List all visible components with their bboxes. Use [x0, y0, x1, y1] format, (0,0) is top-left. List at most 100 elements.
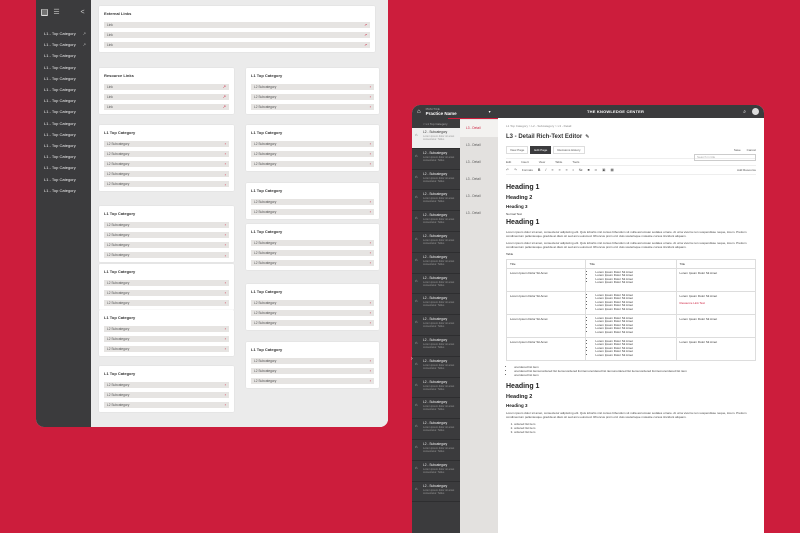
- share-icon[interactable]: <: [79, 9, 86, 16]
- sidebar-item[interactable]: L1 - Top Category: [36, 173, 91, 184]
- align-left-icon[interactable]: ≡: [551, 168, 553, 172]
- detail-nav-item[interactable]: L3 - Detail: [460, 171, 498, 188]
- bullet-list-icon[interactable]: •: [573, 168, 574, 172]
- breadcrumb[interactable]: L1 Top Category > L2 - Subcategory > L3 …: [506, 124, 756, 131]
- subcategory-row[interactable]: L2 Subcategory ›: [251, 93, 374, 101]
- cancel-button[interactable]: Cancel: [747, 148, 756, 152]
- resource-link-row[interactable]: Link ↗: [104, 83, 229, 91]
- practice-name[interactable]: Practice Name: [426, 111, 457, 116]
- back-breadcrumb[interactable]: < L1 Top Category: [412, 120, 460, 128]
- expand-handle-icon[interactable]: ›: [411, 356, 413, 362]
- sidebar-item[interactable]: L1 - Top Category: [36, 84, 91, 95]
- subcategory-nav-item[interactable]: ⌂ L2 - Subcategory Lorem ipsum dolor sit a…: [412, 378, 460, 399]
- menu-item[interactable]: View: [539, 160, 545, 164]
- chevron-down-icon[interactable]: ▾: [489, 109, 491, 114]
- subcategory-row[interactable]: L2 Subcategory ›: [251, 357, 374, 365]
- sidebar-item[interactable]: L1 - Top Category: [36, 106, 91, 117]
- home-icon[interactable]: ⌂: [417, 109, 421, 115]
- menu-item[interactable]: Tools: [572, 160, 579, 164]
- subcategory-row[interactable]: L2 Subcategory ›: [251, 319, 374, 327]
- document-body[interactable]: Heading 1 Heading 2 Heading 3 Normal Tex…: [505, 175, 757, 434]
- subcategory-row[interactable]: L2 Subcategory ›: [104, 180, 229, 188]
- subcategory-row[interactable]: L2 Subcategory ›: [104, 150, 229, 158]
- subcategory-row[interactable]: L2 Subcategory ›: [104, 345, 229, 353]
- sidebar-item[interactable]: L1 - Top Category: [36, 185, 91, 196]
- sidebar-item[interactable]: L1 - Top Category: [36, 129, 91, 140]
- detail-nav-item[interactable]: L3 - Detail: [460, 154, 498, 171]
- color-icon[interactable]: ■: [588, 168, 590, 172]
- subcategory-nav-item[interactable]: ⌂ L2 - Subcategory Lorem ipsum dolor sit a…: [412, 461, 460, 482]
- search-input[interactable]: Search in title: [694, 154, 756, 161]
- sidebar-item[interactable]: L1 - Top Category: [36, 162, 91, 173]
- subcategory-nav-item[interactable]: ⌂ L2 - Subcategory Lorem ipsum dolor sit a…: [412, 315, 460, 336]
- link-icon[interactable]: ∞: [595, 168, 598, 172]
- format-dropdown[interactable]: Formats: [522, 168, 533, 172]
- align-right-icon[interactable]: ≡: [566, 168, 568, 172]
- subcategory-row[interactable]: L2 Subcategory ›: [104, 221, 229, 229]
- resource-link[interactable]: Resource Link Text: [680, 301, 752, 305]
- subcategory-nav-item[interactable]: ⌂ L2 - Subcategory Lorem ipsum dolor sit a…: [412, 149, 460, 170]
- search-icon[interactable]: ⌕: [743, 109, 746, 115]
- subcategory-nav-item[interactable]: ⌂ L2 - Subcategory Lorem ipsum dolor sit a…: [412, 274, 460, 295]
- subcategory-nav-item[interactable]: ⌂ L2 - Subcategory Lorem ipsum dolor sit a…: [412, 398, 460, 420]
- subcategory-row[interactable]: L2 Subcategory ›: [104, 140, 229, 148]
- subcategory-nav-item[interactable]: ⌂ L2 - Subcategory Lorem ipsum dolor sit a…: [412, 440, 460, 461]
- tab-view-page[interactable]: View Page: [506, 145, 529, 154]
- subcategory-row[interactable]: L2 Subcategory ›: [251, 103, 374, 111]
- subcategory-nav-item[interactable]: ⌂ L2 - Subcategory Lorem ipsum dolor sit a…: [412, 211, 460, 232]
- resource-link-row[interactable]: Link ↗: [104, 93, 229, 101]
- subcategory-row[interactable]: L2 Subcategory ›: [104, 401, 229, 409]
- subcategory-nav-item[interactable]: ⌂ L2 - Subcategory Lorem ipsum dolor sit a…: [412, 482, 460, 503]
- subcategory-row[interactable]: L2 Subcategory ›: [251, 299, 374, 307]
- subcategory-row[interactable]: L2 Subcategory ›: [251, 367, 374, 375]
- sidebar-item[interactable]: L1 - Top Category: [36, 95, 91, 106]
- menu-item[interactable]: Insert: [521, 160, 529, 164]
- subcategory-row[interactable]: L2 Subcategory ›: [251, 198, 374, 206]
- table-icon[interactable]: ▦: [610, 168, 613, 172]
- redo-icon[interactable]: ↷: [514, 168, 517, 172]
- sidebar-item[interactable]: L1 - Top Category: [36, 118, 91, 129]
- subcategory-row[interactable]: L2 Subcategory ›: [251, 309, 374, 317]
- sidebar-item[interactable]: L1 - Top Category: [36, 62, 91, 73]
- subcategory-nav-item[interactable]: ⌂ L2 - Subcategory Lorem ipsum dolor sit a…: [412, 294, 460, 316]
- external-link-row[interactable]: Link ↗: [104, 41, 370, 49]
- menu-item[interactable]: Table: [555, 160, 562, 164]
- subcategory-row[interactable]: L2 Subcategory ›: [104, 279, 229, 287]
- subcategory-row[interactable]: L2 Subcategory ›: [104, 170, 229, 178]
- tab-edit-page[interactable]: Edit Page: [530, 145, 552, 154]
- sidebar-item[interactable]: L1 - Top Category: [36, 140, 91, 151]
- sidebar-item[interactable]: L1 - Top Category: [36, 73, 91, 84]
- subcategory-row[interactable]: L2 Subcategory ›: [104, 391, 229, 399]
- subcategory-row[interactable]: L2 Subcategory ›: [251, 150, 374, 158]
- subcategory-nav-item[interactable]: ⌂ L2 - Subcategory Lorem ipsum dolor sit a…: [412, 357, 460, 378]
- detail-nav-item[interactable]: L3 - Detail: [460, 188, 498, 205]
- subcategory-nav-item[interactable]: ⌂ L2 - Subcategory Lorem ipsum dolor sit a…: [412, 253, 460, 274]
- save-button[interactable]: Save: [734, 148, 741, 152]
- subcategory-row[interactable]: L2 Subcategory ›: [251, 239, 374, 247]
- undo-icon[interactable]: ↶: [506, 168, 509, 172]
- sidebar-item[interactable]: L1 - Top Category: [36, 151, 91, 162]
- subcategory-nav-item[interactable]: ⌂ L2 - Subcategory Lorem ipsum dolor sit a…: [412, 170, 460, 191]
- external-link-row[interactable]: Link ↗: [104, 31, 370, 39]
- avatar[interactable]: [752, 108, 759, 115]
- subcategory-row[interactable]: L2 Subcategory ›: [251, 259, 374, 267]
- image-icon[interactable]: ▣: [602, 168, 605, 172]
- add-resource-button[interactable]: Add Resource: [737, 168, 756, 172]
- subcategory-row[interactable]: L2 Subcategory ›: [251, 249, 374, 257]
- subcategory-row[interactable]: L2 Subcategory ›: [104, 241, 229, 249]
- bold-icon[interactable]: B: [538, 168, 541, 172]
- external-link-row[interactable]: Link ↗: [104, 21, 370, 29]
- subcategory-row[interactable]: L2 Subcategory ›: [104, 289, 229, 297]
- list-view-icon[interactable]: ☰: [53, 9, 60, 16]
- detail-nav-item[interactable]: L3 - Detail: [460, 120, 498, 137]
- subcategory-row[interactable]: L2 Subcategory ›: [251, 160, 374, 168]
- subcategory-row[interactable]: L2 Subcategory ›: [104, 381, 229, 389]
- subcategory-nav-item[interactable]: ⌂ L2 - Subcategory Lorem ipsum dolor sit a…: [412, 419, 460, 440]
- subcategory-row[interactable]: L2 Subcategory ›: [104, 160, 229, 168]
- subcategory-row[interactable]: L2 Subcategory ›: [104, 325, 229, 333]
- align-center-icon[interactable]: ≡: [558, 168, 560, 172]
- subcategory-row[interactable]: L2 Subcategory ›: [104, 251, 229, 259]
- subcategory-row[interactable]: L2 Subcategory ›: [104, 299, 229, 307]
- numbered-list-icon[interactable]: №: [579, 168, 583, 172]
- subcategory-row[interactable]: L2 Subcategory ›: [251, 140, 374, 148]
